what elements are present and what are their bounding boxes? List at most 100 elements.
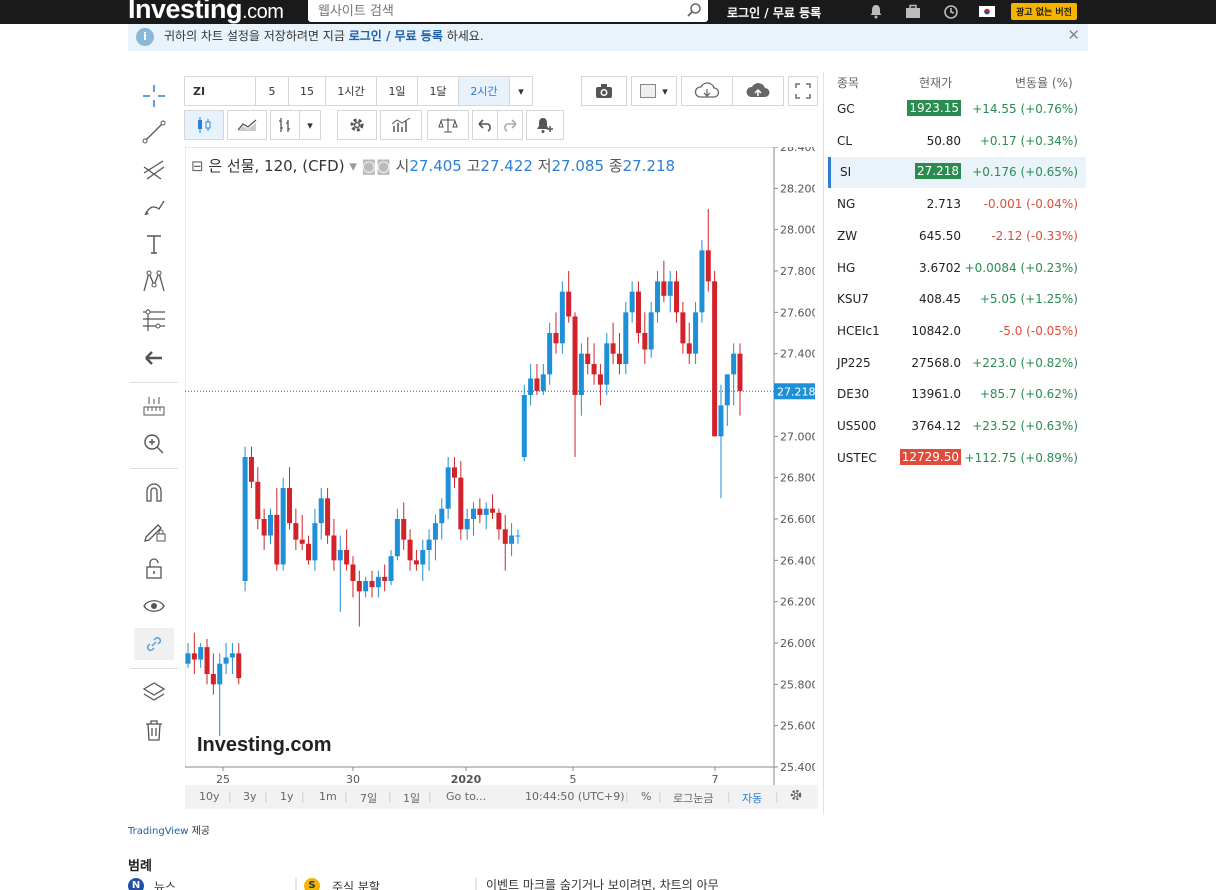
ruler-measure-icon[interactable] (134, 390, 174, 422)
price-chart[interactable]: 28.400 28.200 28.000 27.800 27.600 27.400 27.2… (185, 147, 815, 843)
row-symbol[interactable]: DE30 (837, 387, 869, 401)
cloud-upload-icon[interactable] (732, 76, 784, 106)
fibonacci-icon[interactable] (134, 304, 174, 336)
watchlist-row-zw[interactable]: ZW 645.50 -2.12 (-0.33%) (828, 221, 1086, 252)
trend-line-icon[interactable] (134, 116, 174, 148)
chart-settings-gear-icon[interactable] (789, 788, 803, 805)
watchlist-row-gc[interactable]: GC 1923.15 +14.55 (+0.76%) (828, 94, 1086, 125)
row-symbol[interactable]: GC (837, 102, 855, 116)
chart-container: ZI 5 15 1시간 1일 1달 2시간 ▾ ▾ ▾ 28.400 28.20… (180, 72, 824, 814)
row-symbol[interactable]: US500 (837, 419, 876, 433)
fullscreen-icon[interactable] (788, 76, 818, 106)
undo-icon[interactable] (472, 110, 498, 140)
watchlist-row-jp225[interactable]: JP225 27568.0 +223.0 (+0.82%) (828, 348, 1086, 379)
y-tick-label: 25.400 (780, 761, 815, 774)
watchlist-row-ustec[interactable]: USTEC 12729.50 +112.75 (+0.89%) (828, 443, 1086, 474)
bell-icon[interactable] (869, 4, 883, 22)
row-symbol[interactable]: JP225 (837, 356, 871, 370)
indicators-icon[interactable] (380, 110, 422, 140)
portfolio-icon[interactable] (905, 4, 921, 22)
range-7d[interactable]: 7일 (360, 790, 377, 806)
row-symbol[interactable]: NG (837, 197, 855, 211)
bars-chart-icon[interactable] (270, 110, 300, 140)
candles-chart-type-icon[interactable] (184, 110, 224, 140)
settings-gear-icon[interactable] (337, 110, 377, 140)
link-icon[interactable] (134, 628, 174, 660)
site-search[interactable] (308, 0, 708, 22)
row-change: +0.17 (+0.34%) (979, 133, 1078, 148)
watchlist-row-de30[interactable]: DE30 13961.0 +85.7 (+0.62%) (828, 379, 1086, 410)
notice-login-link[interactable]: 로그인 / 무료 등록 (349, 29, 443, 43)
watchlist-row-si[interactable]: SI 27.218 +0.176 (+0.65%) (828, 157, 1086, 189)
camera-icon[interactable] (581, 76, 627, 106)
interval-2h[interactable]: 2시간 (458, 76, 510, 106)
compare-scale-icon[interactable] (427, 110, 469, 140)
back-arrow-icon[interactable] (134, 342, 174, 374)
row-symbol[interactable]: KSU7 (837, 292, 869, 306)
range-1m[interactable]: 1m (319, 790, 337, 803)
row-symbol[interactable]: CL (837, 134, 852, 148)
chart-type-dropdown-icon[interactable]: ▾ (299, 110, 321, 140)
y-tick-label: 25.600 (780, 720, 815, 733)
korea-flag-icon[interactable] (979, 6, 995, 20)
redo-icon[interactable] (497, 110, 523, 140)
tradingview-link[interactable]: TradingView (128, 826, 188, 837)
magnet-icon[interactable] (134, 476, 174, 508)
text-tool-icon[interactable] (134, 228, 174, 260)
watchlist-row-ksu7[interactable]: KSU7 408.45 +5.05 (+1.25%) (828, 284, 1086, 315)
interval-15[interactable]: 15 (288, 76, 326, 106)
search-icon[interactable] (686, 2, 702, 21)
watchlist-row-hceic1[interactable]: HCEIc1 10842.0 -5.0 (-0.05%) (828, 316, 1086, 347)
brush-icon[interactable] (134, 192, 174, 224)
interval-1m[interactable]: 1달 (417, 76, 459, 106)
ohlc-close-label: 종 (609, 157, 623, 175)
ad-free-button[interactable]: 광고 없는 버전 (1011, 3, 1077, 20)
ohlc-open-label: 시 (396, 157, 410, 175)
watchlist-row-ng[interactable]: NG 2.713 -0.001 (-0.04%) (828, 189, 1086, 220)
interval-1h[interactable]: 1시간 (325, 76, 377, 106)
interval-5[interactable]: 5 (255, 76, 289, 106)
area-chart-icon[interactable] (227, 110, 267, 140)
log-scale-button[interactable]: 로그눈금 (673, 790, 713, 806)
candle-body (547, 333, 553, 375)
range-3y[interactable]: 3y (243, 790, 257, 803)
row-symbol[interactable]: SI (840, 165, 851, 179)
percent-scale-button[interactable]: % (641, 790, 651, 803)
pitchfork-icon[interactable] (134, 154, 174, 186)
cloud-download-icon[interactable] (681, 76, 733, 106)
color-picker-icon[interactable]: ▾ (631, 76, 677, 106)
watchlist-row-cl[interactable]: CL 50.80 +0.17 (+0.34%) (828, 126, 1086, 157)
auto-scale-button[interactable]: 자동 (742, 790, 762, 806)
login-register-link[interactable]: 로그인 / 무료 등록 (727, 4, 821, 21)
pattern-icon[interactable] (134, 266, 174, 298)
range-10y[interactable]: 10y (199, 790, 220, 803)
search-input[interactable] (308, 0, 678, 22)
row-symbol[interactable]: HG (837, 261, 855, 275)
interval-dropdown-icon[interactable]: ▾ (509, 76, 533, 106)
zoom-in-icon[interactable] (134, 428, 174, 460)
candle-body (451, 467, 457, 478)
row-symbol[interactable]: ZW (837, 229, 857, 243)
crosshair-icon[interactable] (134, 80, 174, 112)
watchlist-row-us500[interactable]: US500 3764.12 +23.52 (+0.63%) (828, 411, 1086, 442)
range-1d[interactable]: 1일 (403, 790, 420, 806)
candle-body (191, 653, 197, 660)
eye-icon[interactable] (134, 590, 174, 622)
goto-date-button[interactable]: Go to... (446, 790, 486, 803)
interval-1d[interactable]: 1일 (376, 76, 418, 106)
row-symbol[interactable]: HCEIc1 (837, 324, 880, 338)
investing-logo[interactable]: Investing.com (128, 0, 284, 25)
row-symbol[interactable]: USTEC (837, 451, 877, 465)
close-icon[interactable]: ✕ (1067, 26, 1080, 44)
unlock-icon[interactable] (134, 552, 174, 584)
watchlist-row-hg[interactable]: HG 3.6702 +0.0084 (+0.23%) (828, 253, 1086, 284)
clock-icon[interactable] (943, 4, 959, 23)
y-tick-label: 27.800 (780, 265, 815, 278)
alert-icon[interactable] (526, 110, 564, 140)
news-badge-icon: N (128, 878, 144, 890)
range-1y[interactable]: 1y (280, 790, 294, 803)
symbol-input[interactable]: ZI (184, 76, 256, 106)
trash-icon[interactable] (134, 714, 174, 746)
lock-drawings-icon[interactable] (134, 514, 174, 546)
layers-icon[interactable] (134, 676, 174, 708)
